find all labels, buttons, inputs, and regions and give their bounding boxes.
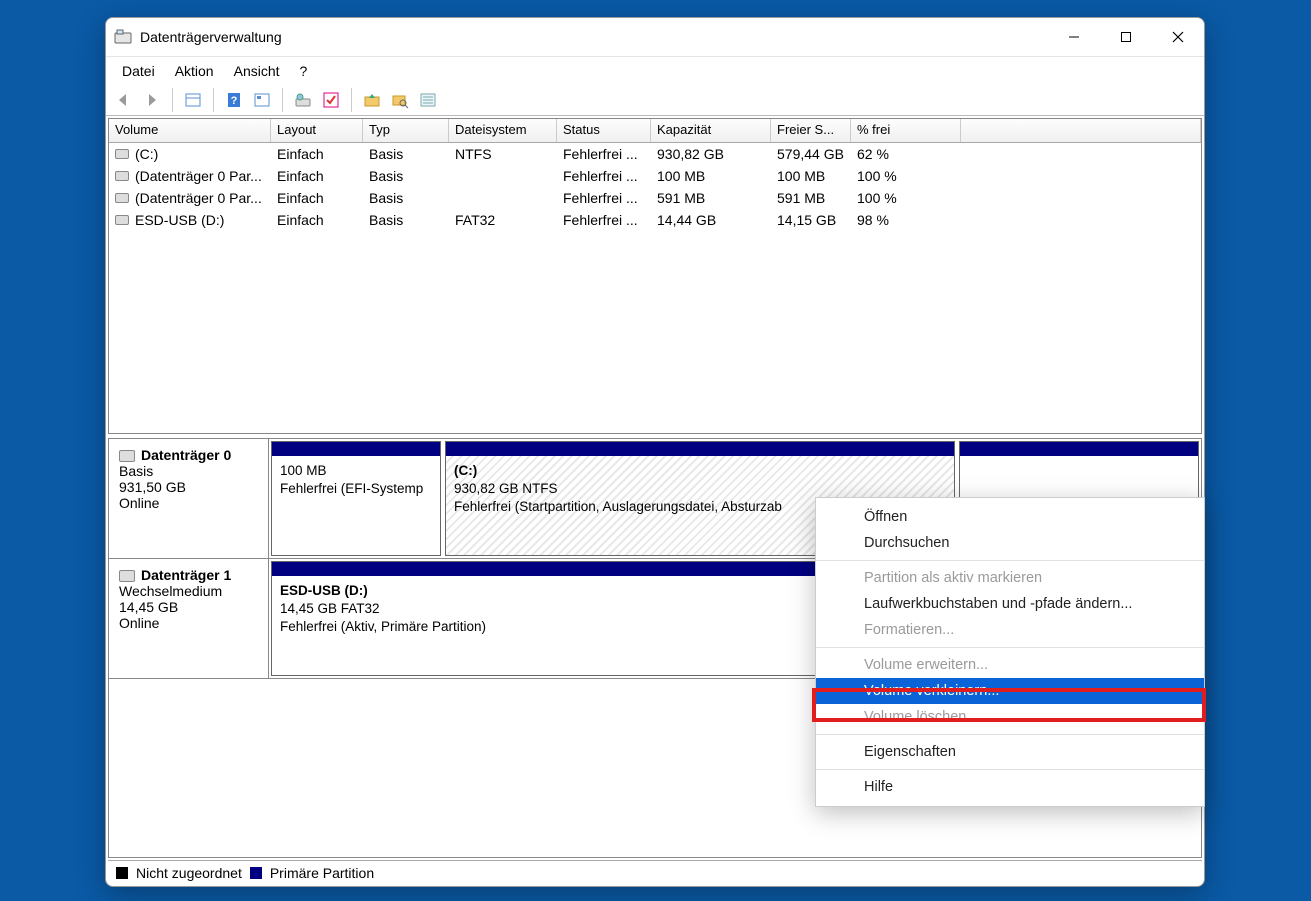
minimize-button[interactable]: [1048, 18, 1100, 56]
menu-item[interactable]: Volume verkleinern...: [816, 678, 1204, 704]
volume-icon: [115, 215, 129, 225]
forward-button[interactable]: [140, 88, 164, 112]
legend-unallocated: Nicht zugeordnet: [136, 865, 242, 881]
back-button[interactable]: [112, 88, 136, 112]
menu-datei[interactable]: Datei: [112, 61, 165, 81]
menu-item[interactable]: Durchsuchen: [816, 530, 1204, 556]
properties-icon[interactable]: [250, 88, 274, 112]
menu-item[interactable]: Laufwerkbuchstaben und -pfade ändern...: [816, 591, 1204, 617]
toolbar: ?: [106, 84, 1204, 116]
col-pctfree[interactable]: % frei: [851, 119, 961, 142]
legend-swatch-primary: [250, 867, 262, 879]
disk-icon: [119, 450, 135, 462]
col-layout[interactable]: Layout: [271, 119, 363, 142]
window-title: Datenträgerverwaltung: [140, 29, 1048, 45]
refresh-icon[interactable]: [181, 88, 205, 112]
volume-icon: [115, 171, 129, 181]
menu-separator: [816, 647, 1204, 648]
disk-icon: [119, 570, 135, 582]
col-filesystem[interactable]: Dateisystem: [449, 119, 557, 142]
app-icon: [114, 28, 132, 46]
volume-icon: [115, 149, 129, 159]
legend: Nicht zugeordnet Primäre Partition: [108, 860, 1202, 884]
col-type[interactable]: Typ: [363, 119, 449, 142]
volume-list-header: Volume Layout Typ Dateisystem Status Kap…: [109, 119, 1201, 143]
menu-ansicht[interactable]: Ansicht: [224, 61, 290, 81]
maximize-button[interactable]: [1100, 18, 1152, 56]
menubar: Datei Aktion Ansicht ?: [106, 56, 1204, 84]
menu-item[interactable]: Öffnen: [816, 504, 1204, 530]
svg-text:?: ?: [231, 95, 238, 107]
menu-item[interactable]: Hilfe: [816, 774, 1204, 800]
disk-info[interactable]: Datenträger 0 Basis 931,50 GB Online: [109, 439, 269, 558]
menu-separator: [816, 734, 1204, 735]
menu-separator: [816, 560, 1204, 561]
help-icon[interactable]: ?: [222, 88, 246, 112]
close-button[interactable]: [1152, 18, 1204, 56]
col-volume[interactable]: Volume: [109, 119, 271, 142]
action-icon[interactable]: [291, 88, 315, 112]
col-capacity[interactable]: Kapazität: [651, 119, 771, 142]
menu-aktion[interactable]: Aktion: [165, 61, 224, 81]
check-icon[interactable]: [319, 88, 343, 112]
context-menu: ÖffnenDurchsuchen Partition als aktiv mar…: [815, 497, 1205, 807]
table-row[interactable]: (Datenträger 0 Par...EinfachBasisFehlerf…: [109, 187, 1201, 209]
titlebar: Datenträgerverwaltung: [106, 18, 1204, 56]
search-folder-icon[interactable]: [388, 88, 412, 112]
menu-help[interactable]: ?: [290, 61, 318, 81]
disk-info[interactable]: Datenträger 1 Wechselmedium 14,45 GB Onl…: [109, 559, 269, 678]
col-free[interactable]: Freier S...: [771, 119, 851, 142]
menu-item: Volume löschen...: [816, 704, 1204, 730]
table-row[interactable]: (Datenträger 0 Par...EinfachBasisFehlerf…: [109, 165, 1201, 187]
volume-icon: [115, 193, 129, 203]
partition[interactable]: 100 MB Fehlerfrei (EFI-Systemp: [271, 441, 441, 556]
col-status[interactable]: Status: [557, 119, 651, 142]
table-row[interactable]: ESD-USB (D:)EinfachBasisFAT32Fehlerfrei …: [109, 209, 1201, 231]
list-icon[interactable]: [416, 88, 440, 112]
menu-item: Formatieren...: [816, 617, 1204, 643]
menu-item[interactable]: Eigenschaften: [816, 739, 1204, 765]
menu-separator: [816, 769, 1204, 770]
menu-item: Partition als aktiv markieren: [816, 565, 1204, 591]
volume-list: Volume Layout Typ Dateisystem Status Kap…: [108, 118, 1202, 434]
table-row[interactable]: (C:)EinfachBasisNTFSFehlerfrei ...930,82…: [109, 143, 1201, 165]
legend-primary: Primäre Partition: [270, 865, 374, 881]
menu-item: Volume erweitern...: [816, 652, 1204, 678]
legend-swatch-unallocated: [116, 867, 128, 879]
folder-up-icon[interactable]: [360, 88, 384, 112]
